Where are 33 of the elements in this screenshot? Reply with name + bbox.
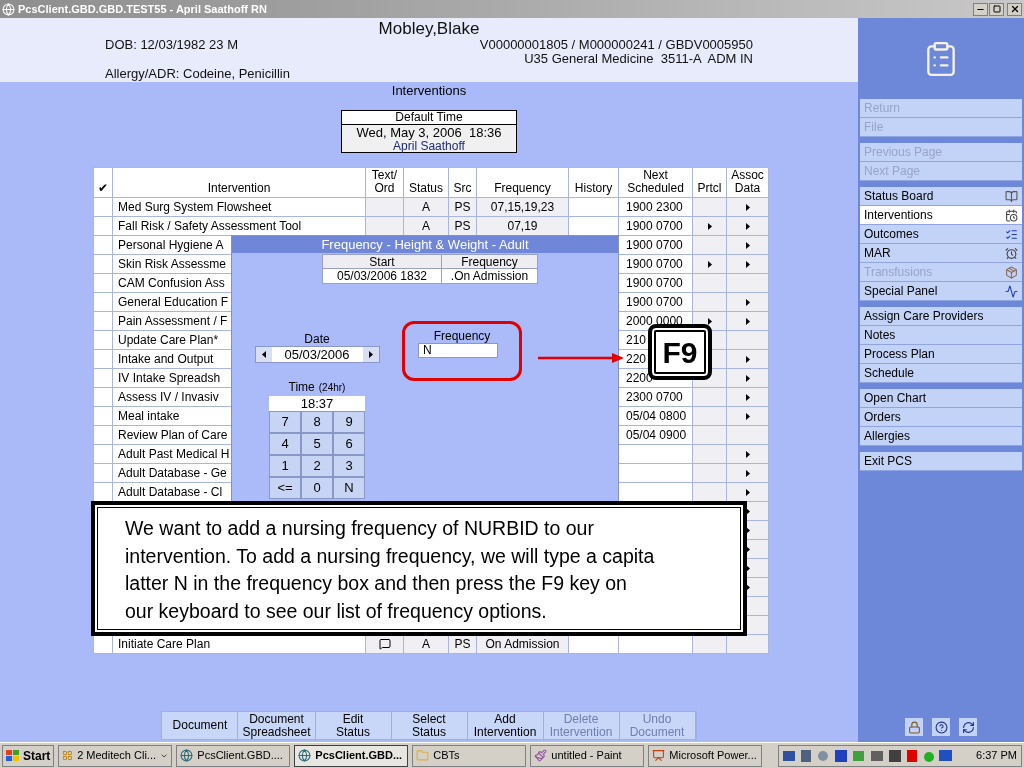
date-of-birth: DOB: 12/03/1982 23 M bbox=[105, 38, 238, 52]
patient-location: U35 General Medicine 3511-A ADM IN bbox=[524, 52, 753, 66]
table-cell: 1900 0700 bbox=[619, 255, 693, 274]
table-cell: 2300 0700 bbox=[619, 388, 693, 407]
table-cell: 1900 0700 bbox=[619, 217, 693, 236]
allergy-text: Allergy/ADR: Codeine, Penicillin bbox=[105, 67, 291, 81]
table-cell: 1900 0700 bbox=[619, 274, 693, 293]
page-title: Interventions bbox=[391, 83, 467, 99]
window-title: PcsClient.GBD.GBD.TEST55 - April Saathoff RN bbox=[18, 1, 267, 17]
column-header: Start bbox=[322, 254, 442, 269]
time-hint: (24hr) bbox=[318, 381, 346, 395]
table-cell: 07,15,19,23 bbox=[477, 198, 569, 217]
table-cell: A bbox=[404, 198, 449, 217]
account-numbers: V00000001805 / M000000241 / GBDV0005950 bbox=[479, 38, 753, 52]
clock: 6:37 PM bbox=[976, 748, 1017, 764]
table-cell: 1900 0700 bbox=[619, 236, 693, 255]
patient-name: Mobley,Blake bbox=[378, 19, 480, 38]
time-label: Time bbox=[288, 379, 315, 396]
dialog-title: Frequency - Height & Weight - Adult bbox=[232, 236, 618, 253]
table-cell: 05/03/2006 1832 bbox=[322, 269, 442, 284]
table-cell: .On Admission bbox=[442, 269, 538, 284]
default-time-value: Wed, May 3, 2006 18:36 bbox=[356, 125, 502, 140]
table-cell: 05/04 0900 bbox=[619, 426, 693, 445]
default-time-label: Default Time bbox=[342, 111, 516, 125]
date-label: Date bbox=[304, 332, 330, 346]
callout-text: We want to add a nursing frequency of NURBID to our intervention. To add a nursing frequency, we will type a capita latter N in the frequency box and then press the F9 key on our keyboard to see our list of frequency options. bbox=[125, 516, 656, 624]
column-header: Frequency bbox=[442, 254, 538, 269]
frequency-label: Frequency bbox=[432, 329, 492, 343]
user-name: April Saathoff bbox=[393, 140, 465, 152]
table-cell: 1900 2300 bbox=[619, 198, 693, 217]
table-cell: PS bbox=[449, 198, 477, 217]
table-cell: 05/04 0800 bbox=[619, 407, 693, 426]
table-cell: 1900 0700 bbox=[619, 293, 693, 312]
